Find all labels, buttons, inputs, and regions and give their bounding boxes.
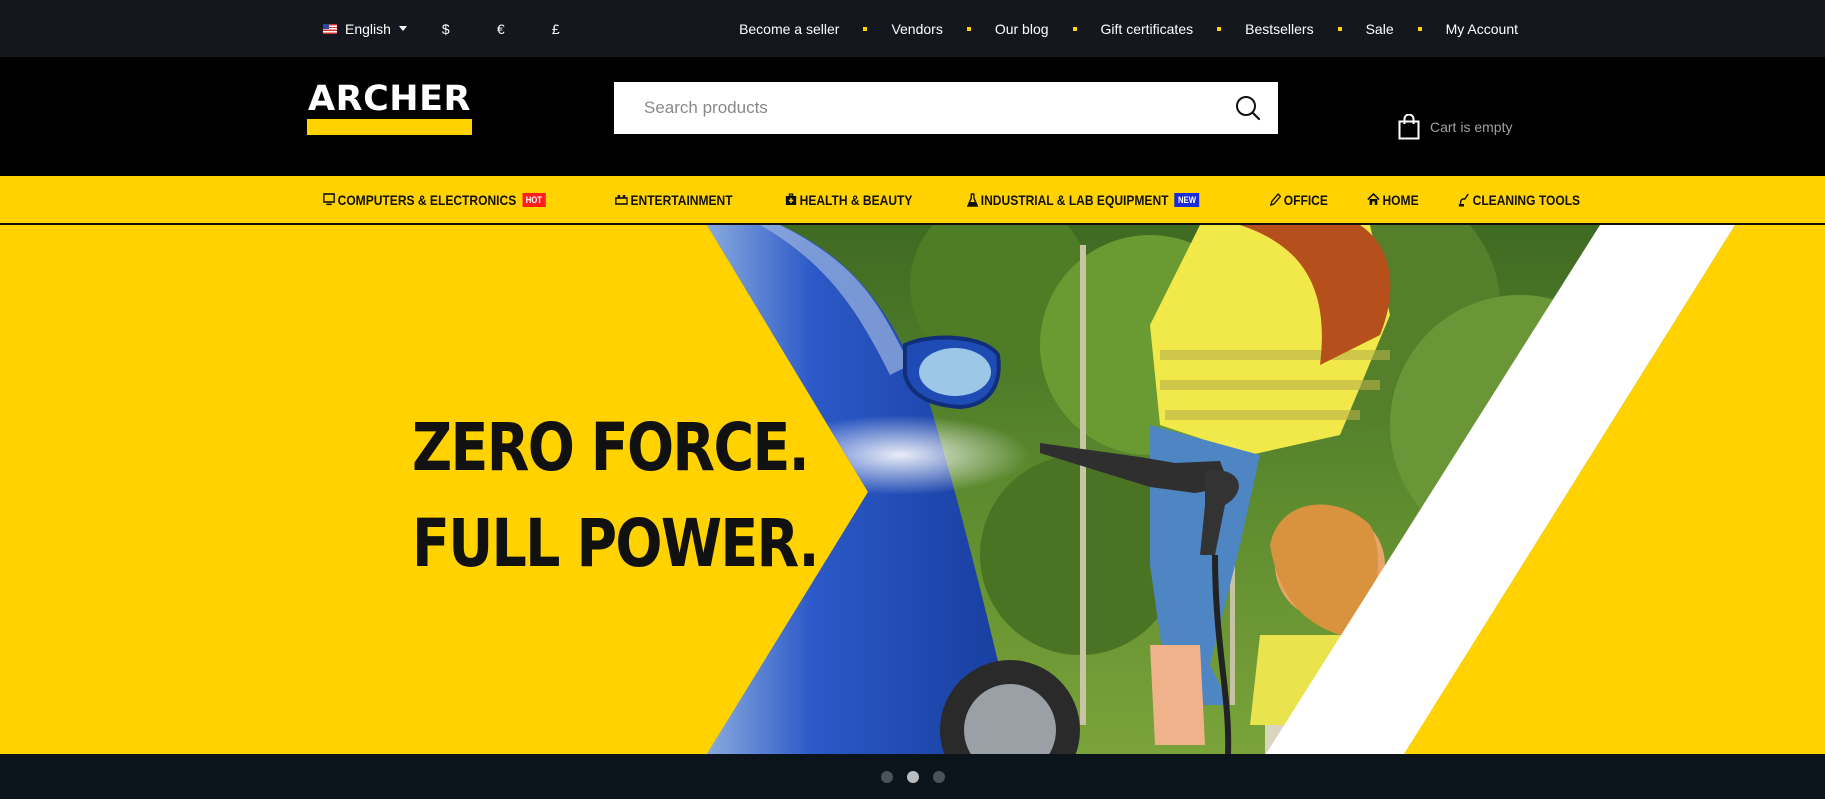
nav-label: HEALTH & BEAUTY <box>800 191 913 208</box>
become-seller-link[interactable]: Become a seller <box>739 21 839 37</box>
bestsellers-link[interactable]: Bestsellers <box>1245 21 1313 37</box>
logo-text: ARCHER <box>308 79 471 119</box>
vendors-link[interactable]: Vendors <box>891 21 942 37</box>
nav-computers-electronics[interactable]: COMPUTERS & ELECTRONICS HOT <box>323 191 546 208</box>
search-button[interactable] <box>1218 82 1278 134</box>
nav-industrial-lab[interactable]: INDUSTRIAL & LAB EQUIPMENT NEW <box>966 191 1200 208</box>
separator-dot <box>1417 26 1422 31</box>
language-label: English <box>345 20 391 37</box>
caret-down-icon <box>398 26 407 31</box>
shopping-bag-icon <box>1398 114 1420 140</box>
currency-usd[interactable]: $ <box>442 21 497 37</box>
cart-label: Cart is empty <box>1430 119 1513 135</box>
nav-cleaning-tools[interactable]: CLEANING TOOLS <box>1458 192 1580 208</box>
top-links: Become a seller Vendors Our blog Gift ce… <box>739 21 1518 37</box>
monitor-icon <box>323 193 335 206</box>
nav-label: ENTERTAINMENT <box>630 191 733 208</box>
new-badge: NEW <box>1174 192 1200 207</box>
sale-link[interactable]: Sale <box>1366 21 1394 37</box>
nav-label: CLEANING TOOLS <box>1472 191 1581 208</box>
nav-health-beauty[interactable]: HEALTH & BEAUTY <box>785 191 913 208</box>
slide-dot-3[interactable] <box>932 770 945 783</box>
nav-label: COMPUTERS & ELECTRONICS <box>337 191 517 208</box>
hero-line-2: FULL POWER. <box>412 505 820 582</box>
search-input[interactable] <box>614 82 1218 134</box>
vacuum-icon <box>1459 193 1470 206</box>
hero-photo <box>707 225 1735 754</box>
separator-dot <box>1337 26 1342 31</box>
slide-dot-2[interactable] <box>906 770 919 783</box>
currency-gbp[interactable]: £ <box>552 21 607 37</box>
category-nav: COMPUTERS & ELECTRONICS HOT ENTERTAINMEN… <box>0 176 1825 225</box>
entertainment-icon <box>614 195 628 205</box>
home-icon <box>1367 193 1380 205</box>
us-flag-icon <box>323 23 337 34</box>
nav-entertainment[interactable]: ENTERTAINMENT <box>614 191 733 208</box>
nav-label: HOME <box>1382 191 1419 208</box>
medkit-icon <box>786 193 797 205</box>
flask-icon <box>966 192 978 207</box>
separator-dot <box>863 26 868 31</box>
pencil-icon <box>1269 193 1282 206</box>
search-icon <box>1236 96 1261 121</box>
language-selector[interactable]: English <box>307 21 407 37</box>
top-bar: English $ € £ Become a seller Vendors Ou… <box>0 0 1825 57</box>
separator-dot <box>1072 26 1077 31</box>
search-box <box>614 82 1278 134</box>
hero-banner[interactable]: ZERO FORCE. FULL POWER. <box>0 225 1825 754</box>
currency-switcher: $ € £ <box>442 21 607 37</box>
header: ARCHER Cart is empty <box>0 57 1825 176</box>
slider-pagination <box>0 754 1825 799</box>
slide-dot-1[interactable] <box>880 770 893 783</box>
hot-badge: HOT <box>522 192 546 207</box>
cart-button[interactable]: Cart is empty <box>1398 114 1512 140</box>
blog-link[interactable]: Our blog <box>995 21 1049 37</box>
my-account-link[interactable]: My Account <box>1446 21 1518 37</box>
nav-office[interactable]: OFFICE <box>1269 191 1328 208</box>
logo[interactable]: ARCHER <box>307 79 472 135</box>
nav-label: INDUSTRIAL & LAB EQUIPMENT <box>980 191 1169 208</box>
hero-headline: ZERO FORCE. FULL POWER. <box>412 400 820 592</box>
hero-line-1: ZERO FORCE. <box>412 409 810 486</box>
currency-eur[interactable]: € <box>497 21 552 37</box>
nav-label: OFFICE <box>1283 191 1328 208</box>
separator-dot <box>966 26 971 31</box>
separator-dot <box>1217 26 1222 31</box>
nav-home[interactable]: HOME <box>1367 192 1419 208</box>
logo-underline <box>307 119 472 135</box>
gift-certificates-link[interactable]: Gift certificates <box>1101 21 1194 37</box>
